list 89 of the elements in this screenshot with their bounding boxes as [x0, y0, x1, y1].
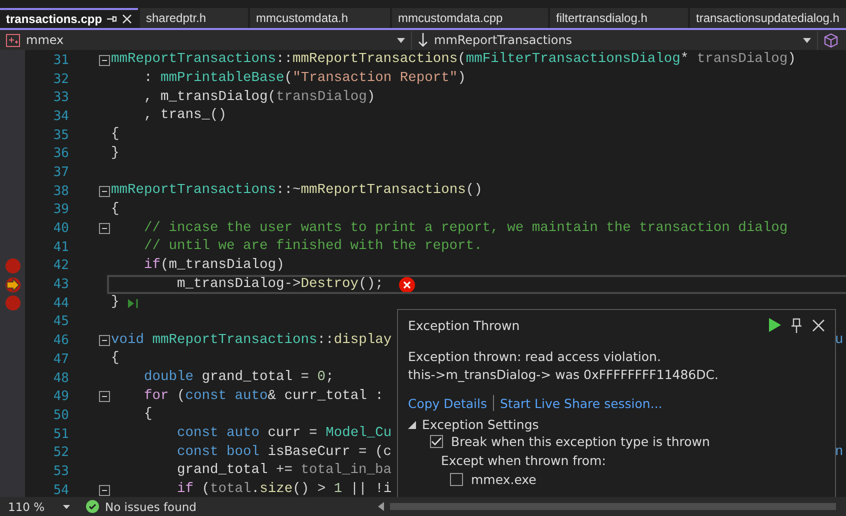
code-line: const auto curr = Model_Cu — [176, 427, 392, 442]
exception-message: this->m_transDialog-> was 0xFFFFFFFF11486DC. — [408, 366, 720, 384]
collapse-icon[interactable] — [99, 484, 110, 496]
check-circle-icon — [86, 500, 99, 513]
popup-link[interactable]: Copy Details — [408, 396, 488, 410]
code-line: mmReportTransactions::mmReportTransactions(mmFilterTransactionsDialog* transDialog) — [111, 53, 796, 68]
code-line: if (total.size() > 1 || !i — [176, 483, 392, 497]
scroll-left-icon[interactable] — [378, 502, 384, 511]
code-line: , trans_() — [143, 109, 227, 124]
line-number: 49 — [52, 389, 69, 404]
popup-link[interactable]: Start Live Share session... — [500, 396, 662, 410]
line-number: 37 — [52, 164, 69, 180]
line-number: 48 — [52, 370, 69, 386]
line-number: 31 — [52, 52, 69, 68]
close-icon[interactable] — [812, 318, 825, 332]
exception-settings-toggle[interactable]: Exception Settings — [408, 417, 825, 432]
line-number: 34 — [52, 108, 69, 124]
line-number: 41 — [52, 240, 69, 255]
code-line: for (const auto& curr_total : — [143, 390, 384, 404]
code-line: m_transDialog->Destroy(); — [176, 278, 384, 292]
line-number: 45 — [52, 314, 69, 330]
option-caption: Except when thrown from: — [440, 453, 606, 468]
code-line: } — [111, 296, 120, 310]
horizontal-scrollbar[interactable] — [390, 503, 836, 510]
line-number: 51 — [52, 426, 69, 442]
code-fragment: n — [835, 446, 844, 460]
line-number: 44 — [52, 296, 69, 311]
collapse-icon[interactable] — [99, 186, 110, 197]
line-number: 50 — [52, 408, 69, 423]
code-line: { — [111, 352, 120, 366]
code-line: , m_transDialog(transDialog) — [143, 90, 376, 105]
pin-icon[interactable] — [791, 318, 802, 332]
caret-icon — [397, 38, 405, 42]
code-line: { — [143, 408, 152, 422]
line-number: 36 — [52, 146, 69, 162]
file-tab[interactable]: mmcustomdata.h — [250, 8, 390, 28]
file-tab[interactable]: mmcustomdata.cpp — [392, 8, 548, 28]
line-number: 32 — [52, 72, 69, 87]
collapse-icon[interactable] — [99, 223, 110, 234]
code-line: grand_total += total_in_ba — [176, 464, 392, 478]
popup-title: Exception Thrown — [408, 318, 520, 332]
line-number: 52 — [52, 445, 69, 460]
pin-icon[interactable] — [107, 14, 118, 24]
continue-icon[interactable] — [769, 318, 781, 332]
file-tab[interactable]: transactions.cpp — [0, 8, 138, 28]
checkbox[interactable]: mmex.exe — [450, 472, 536, 487]
line-number: 46 — [52, 333, 69, 348]
file-tab[interactable]: filtertransdialog.h — [550, 8, 688, 28]
current-statement-icon[interactable] — [4, 276, 20, 293]
line-number: 47 — [52, 352, 69, 367]
code-line: const bool isBaseCurr = (c — [176, 446, 392, 460]
code-fragment: u — [835, 334, 844, 348]
run-to-click-icon[interactable] — [127, 298, 140, 309]
code-line: : mmPrintableBase("Transaction Report") — [143, 72, 466, 86]
collapse-icon[interactable] — [99, 54, 110, 66]
zoom-dropdown[interactable]: 110 % — [0, 500, 80, 514]
code-line: { — [111, 202, 120, 217]
code-line: { — [111, 128, 120, 142]
code-line: if(m_transDialog) — [143, 258, 284, 273]
line-number: 40 — [52, 221, 69, 236]
code-line: void mmReportTransactions::display — [111, 334, 392, 348]
check-icon — [431, 437, 442, 446]
code-line: // until we are finished with the report. — [143, 240, 482, 254]
close-icon[interactable] — [122, 14, 132, 24]
line-number: 42 — [52, 258, 69, 274]
exception-message: Exception thrown: read access violation. — [408, 348, 662, 366]
collapse-icon[interactable] — [99, 335, 110, 346]
caret-icon — [803, 38, 811, 42]
line-number: 43 — [52, 277, 69, 292]
line-number: 53 — [52, 464, 69, 479]
file-tab[interactable]: sharedptr.h — [140, 8, 248, 28]
file-tab[interactable]: transactionsupdatedialog.h — [690, 8, 846, 28]
collapse-icon[interactable] — [99, 391, 110, 402]
project-icon — [6, 34, 20, 46]
down-arrow-icon — [418, 33, 428, 47]
checkbox[interactable]: Break when this exception type is thrown — [430, 434, 710, 449]
cube-icon[interactable] — [824, 32, 838, 48]
line-number: 54 — [52, 482, 69, 497]
code-line: } — [111, 146, 120, 161]
caret-icon — [63, 504, 70, 508]
code-line: // incase the user wants to print a report, we maintain the transaction dialog — [143, 222, 788, 236]
code-line: double grand_total = 0; — [143, 371, 334, 386]
line-number: 39 — [52, 202, 69, 218]
line-number: 38 — [52, 184, 69, 199]
line-number: 33 — [52, 90, 69, 106]
code-line: mmReportTransactions::~mmReportTransactions() — [111, 184, 482, 198]
expanded-triangle-icon — [408, 420, 416, 428]
line-number: 35 — [52, 128, 69, 143]
issues-status[interactable]: No issues found — [105, 500, 265, 514]
